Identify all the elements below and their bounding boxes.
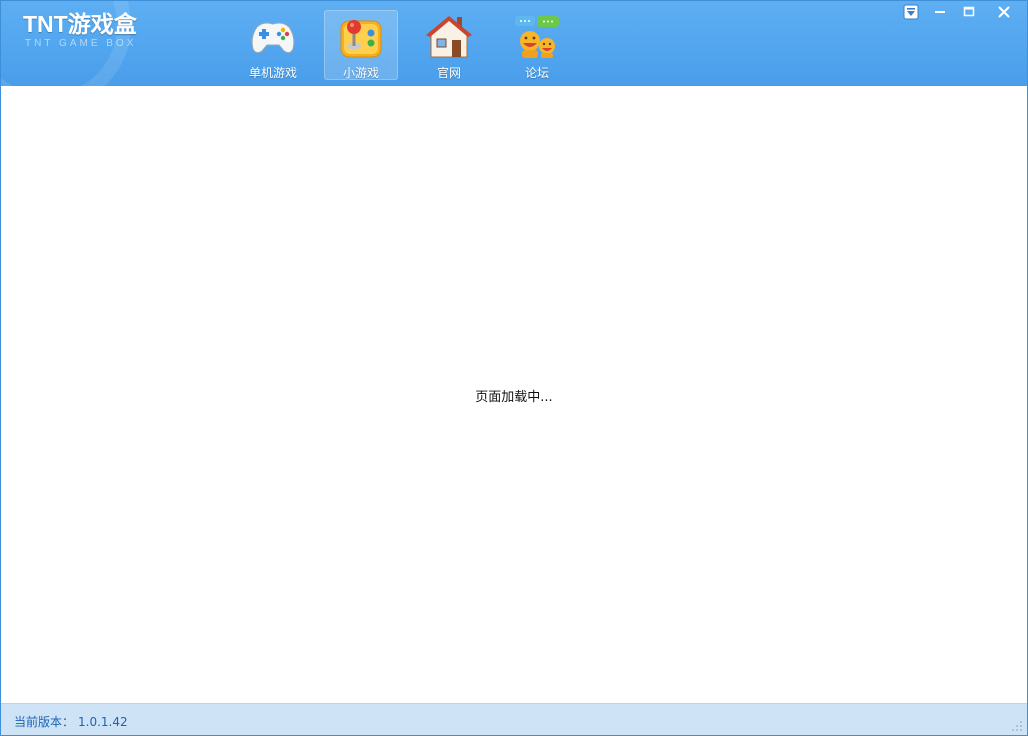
web-content-area[interactable]: 页面加载中... (1, 86, 1027, 703)
minimize-icon (935, 11, 945, 13)
joystick-icon (340, 20, 382, 58)
settings-menu-button[interactable] (901, 3, 921, 21)
close-button[interactable] (994, 3, 1014, 21)
app-title: TNT游戏盒 (23, 11, 137, 37)
maximize-icon (963, 6, 975, 17)
app-window: TNT游戏盒 TNT GAME BOX 单机游戏 小游戏 官网 论坛 页面加载中… (0, 0, 1028, 736)
resize-grip-icon[interactable] (1011, 720, 1023, 732)
tab-label: 单机游戏 (248, 66, 297, 80)
menu-dropdown-icon (903, 4, 919, 20)
app-logo: TNT游戏盒 TNT GAME BOX (23, 11, 137, 49)
version-label: 当前版本： (14, 715, 75, 729)
gamepad-icon (251, 22, 295, 54)
maximize-button[interactable] (959, 3, 979, 21)
tab-label: 小游戏 (342, 66, 379, 80)
tab-label: 官网 (436, 66, 461, 80)
tab-mini-games[interactable]: 小游戏 (324, 10, 398, 80)
app-subtitle: TNT GAME BOX (25, 38, 137, 49)
tab-forum[interactable]: 论坛 (500, 10, 574, 80)
minimize-button[interactable] (930, 3, 950, 21)
house-icon (425, 16, 473, 58)
loading-text: 页面加载中... (475, 390, 553, 405)
tab-label: 论坛 (524, 66, 549, 80)
tab-single-player-games[interactable]: 单机游戏 (236, 10, 310, 80)
chat-people-icon (515, 16, 559, 58)
version-info: 当前版本： 1.0.1.42 (14, 713, 128, 730)
tab-official-site[interactable]: 官网 (412, 10, 486, 80)
close-icon (998, 6, 1010, 18)
header-bar[interactable]: TNT游戏盒 TNT GAME BOX 单机游戏 小游戏 官网 论坛 (1, 1, 1027, 86)
status-bar: 当前版本： 1.0.1.42 (1, 703, 1027, 735)
version-number: 1.0.1.42 (78, 715, 128, 729)
